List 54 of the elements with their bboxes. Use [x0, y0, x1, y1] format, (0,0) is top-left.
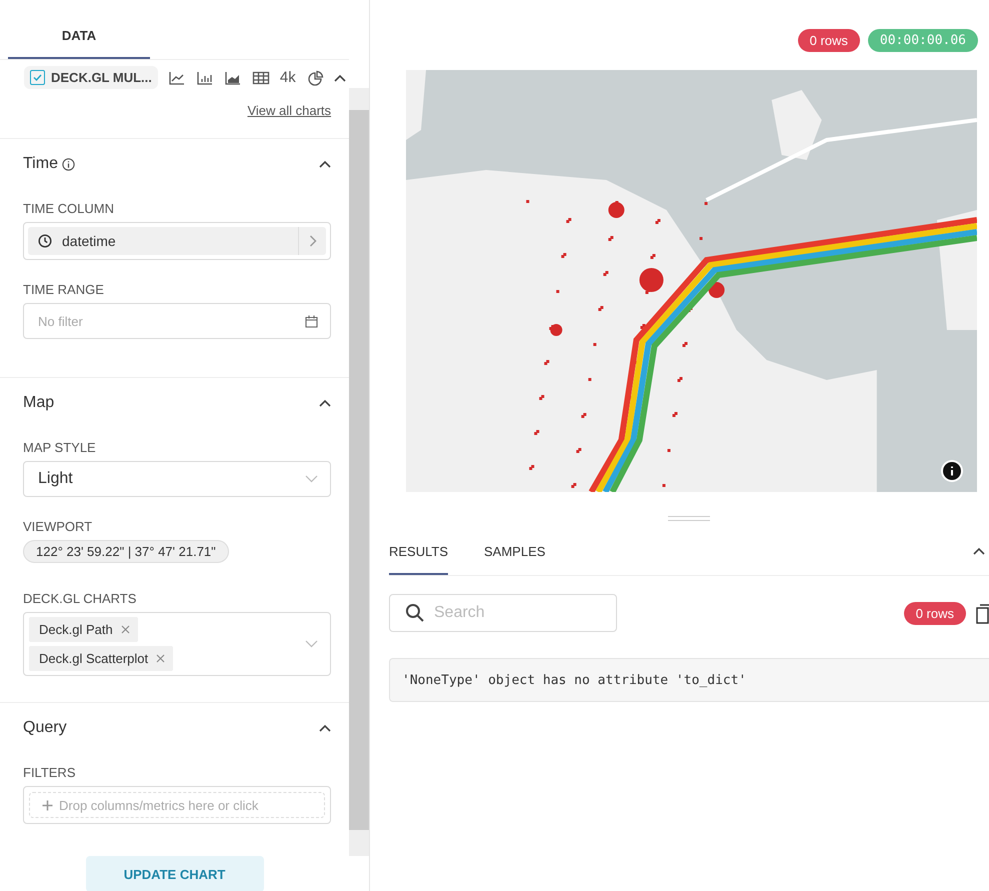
map-style-select[interactable]: Light [23, 461, 332, 497]
plus-icon [42, 800, 53, 810]
view-all-charts-link[interactable]: View all charts [247, 103, 332, 118]
results-tab[interactable]: SAMPLES [484, 535, 546, 575]
chevron-up-icon[interactable] [319, 160, 332, 168]
drop-hint: Drop columns/metrics here or click [59, 798, 258, 812]
column-value: datetime [62, 233, 116, 249]
tag-label: Deck.gl Path [39, 622, 113, 637]
search-icon [405, 603, 425, 623]
section-title: Query [23, 719, 67, 737]
section-title: Time [23, 155, 58, 173]
duration-badge: 00:00:00.06 [868, 29, 978, 52]
chart-type-label: DECK.GL MUL... [51, 70, 152, 85]
field-label: TIME COLUMN [23, 201, 115, 216]
line-chart-icon[interactable] [168, 70, 186, 86]
close-icon[interactable] [120, 625, 130, 634]
field-label: TIME RANGE [23, 282, 105, 297]
chevron-up-icon[interactable] [973, 547, 985, 555]
error-message: 'NoneType' object has no attribute 'to_dict' [389, 658, 989, 702]
chevron-up-icon[interactable] [334, 74, 346, 82]
field-label: DECK.GL CHARTS [23, 591, 138, 606]
chart-tag[interactable]: Deck.gl Path [29, 617, 138, 642]
row-count-badge: 0 rows [904, 602, 966, 624]
close-icon[interactable] [156, 654, 166, 663]
field-label: VIEWPORT [23, 519, 94, 534]
calendar-icon [305, 314, 318, 328]
viewport-tag[interactable]: 122° 23' 59.22" | 37° 47' 21.71" [23, 540, 229, 563]
chevron-up-icon[interactable] [319, 399, 332, 407]
big-number-icon[interactable]: 4k [280, 69, 296, 86]
field-label: FILTERS [23, 765, 76, 780]
panel-tab[interactable]: DATA [8, 20, 150, 59]
search-field[interactable]: Search [389, 594, 617, 632]
pie-chart-icon[interactable] [306, 70, 324, 86]
section-title: Map [23, 394, 54, 412]
clock-icon [38, 234, 52, 248]
bar-chart-icon[interactable] [196, 70, 214, 86]
row-count-badge: 0 rows [798, 29, 860, 52]
checkbox[interactable] [30, 70, 45, 85]
field-label: MAP STYLE [23, 440, 97, 455]
update-chart-button[interactable]: UPDATE CHART [86, 856, 264, 891]
copy-icon[interactable] [976, 602, 989, 624]
chevron-down-icon [305, 640, 318, 648]
tag-label: Deck.gl Scatterplot [39, 651, 148, 666]
charts-multiselect[interactable]: Deck.gl Path Deck.gl Scatterplot [23, 612, 332, 676]
results-tab[interactable]: RESULTS [389, 535, 448, 575]
column-select[interactable]: datetime [28, 227, 326, 255]
chart-tag[interactable]: Deck.gl Scatterplot [29, 646, 174, 671]
chevron-up-icon[interactable] [319, 724, 332, 732]
chevron-down-icon [305, 475, 318, 483]
chart-type-selector[interactable]: DECK.GL MUL... [24, 66, 158, 89]
resize-handle[interactable] [668, 516, 710, 521]
table-icon[interactable] [252, 70, 270, 86]
area-chart-icon[interactable] [224, 70, 242, 86]
check-icon [33, 74, 42, 81]
